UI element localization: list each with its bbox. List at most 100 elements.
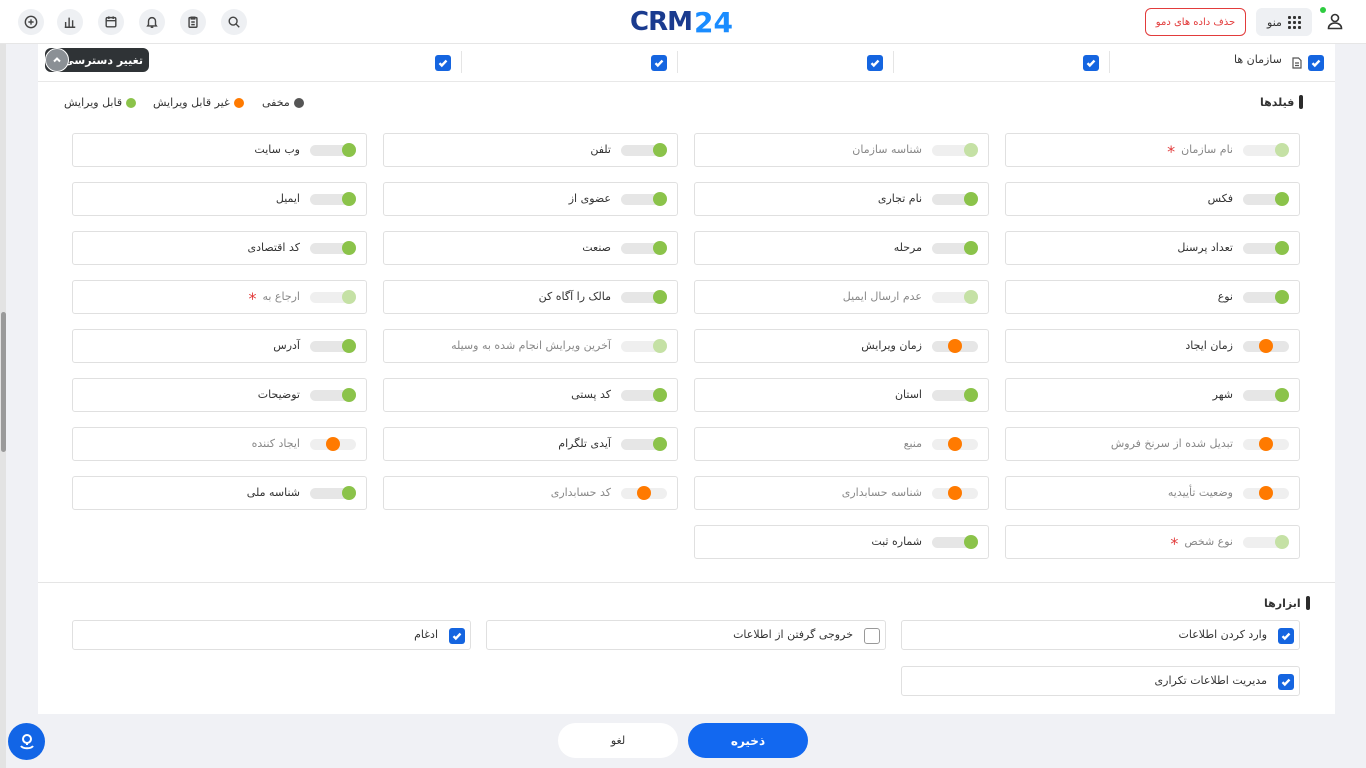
field-access-toggle[interactable]: [932, 339, 978, 353]
toggle-knob: [342, 339, 356, 353]
search-icon[interactable]: [221, 9, 247, 35]
permission-checkbox-3[interactable]: [651, 55, 667, 71]
field-card: وب سایت: [72, 133, 367, 167]
tool-merge[interactable]: ادغام: [72, 620, 471, 650]
cancel-button[interactable]: لغو: [558, 723, 678, 758]
tool-export-label: خروجی گرفتن از اطلاعات: [733, 628, 853, 641]
field-label: زمان ویرایش: [861, 339, 922, 352]
field-access-toggle[interactable]: [1243, 388, 1289, 402]
toggle-knob: [342, 192, 356, 206]
field-card: شناسه ملی: [72, 476, 367, 510]
field-access-toggle[interactable]: [932, 241, 978, 255]
field-access-toggle[interactable]: [310, 339, 356, 353]
toggle-knob: [653, 437, 667, 451]
field-access-toggle[interactable]: [621, 192, 667, 206]
delete-demo-data-button[interactable]: حذف داده های دمو: [1145, 8, 1246, 36]
entity-master-checkbox[interactable]: [1308, 55, 1324, 71]
field-label: زمان ایجاد: [1185, 339, 1233, 352]
field-card: فکس: [1005, 182, 1300, 216]
field-card: ایجاد کننده: [72, 427, 367, 461]
field-label: منبع: [903, 437, 922, 450]
tool-import[interactable]: وارد کردن اطلاعات: [901, 620, 1300, 650]
field-card: ایمیل: [72, 182, 367, 216]
field-access-toggle[interactable]: [1243, 241, 1289, 255]
field-access-toggle[interactable]: [1243, 437, 1289, 451]
toggle-knob: [1259, 437, 1273, 451]
permission-checkbox-4[interactable]: [435, 55, 451, 71]
field-access-toggle[interactable]: [1243, 486, 1289, 500]
field-access-toggle[interactable]: [310, 192, 356, 206]
field-label: نوع شخص: [1184, 535, 1233, 548]
field-label: شناسه ملی: [246, 486, 300, 499]
toggle-knob: [964, 388, 978, 402]
toggle-knob: [653, 192, 667, 206]
crm24-logo[interactable]: CRM 24: [630, 6, 733, 39]
field-card: تبدیل شده از سرنخ فروش: [1005, 427, 1300, 461]
field-label: توضیحات: [257, 388, 300, 401]
tool-import-checkbox[interactable]: [1278, 628, 1294, 644]
tool-merge-checkbox[interactable]: [449, 628, 465, 644]
toggle-knob: [964, 143, 978, 157]
field-access-toggle[interactable]: [621, 388, 667, 402]
field-card: کد حسابداری: [383, 476, 678, 510]
toggle-knob: [1275, 290, 1289, 304]
field-access-toggle[interactable]: [932, 437, 978, 451]
field-label: شماره ثبت: [871, 535, 922, 548]
required-marker: *: [1167, 142, 1176, 161]
field-card: شهر: [1005, 378, 1300, 412]
field-label: کد حسابداری: [550, 486, 611, 499]
field-access-toggle[interactable]: [932, 486, 978, 500]
field-access-toggle: [1243, 143, 1289, 157]
field-access-toggle[interactable]: [621, 437, 667, 451]
chevron-up-icon[interactable]: [45, 48, 69, 72]
top-bar: CRM 24 حذف داده های دمو منو: [0, 0, 1366, 44]
tool-duplicates[interactable]: مدیریت اطلاعات تکراری: [901, 666, 1300, 696]
toggle-knob: [1275, 535, 1289, 549]
support-chat-icon[interactable]: [8, 723, 45, 760]
field-access-toggle[interactable]: [621, 241, 667, 255]
menu-button[interactable]: منو: [1256, 8, 1312, 36]
field-card: آدرس: [72, 329, 367, 363]
field-access-toggle[interactable]: [932, 535, 978, 549]
legend-read-only-label: غیر قابل ویرایش: [153, 96, 230, 109]
clipboard-icon[interactable]: [180, 9, 206, 35]
field-access-toggle[interactable]: [310, 388, 356, 402]
field-card: نوع: [1005, 280, 1300, 314]
field-access-toggle[interactable]: [1243, 339, 1289, 353]
field-access-toggle[interactable]: [621, 290, 667, 304]
legend-hidden: مخفی: [262, 96, 304, 109]
field-access-toggle[interactable]: [310, 241, 356, 255]
field-label: کد اقتصادی: [247, 241, 300, 254]
field-access-toggle[interactable]: [621, 143, 667, 157]
tool-import-label: وارد کردن اطلاعات: [1178, 628, 1268, 641]
change-access-tooltip[interactable]: تغییر دسترسی: [45, 48, 149, 72]
toggle-knob: [948, 486, 962, 500]
toggle-knob: [653, 143, 667, 157]
bell-icon[interactable]: [139, 9, 165, 35]
field-access-toggle[interactable]: [1243, 192, 1289, 206]
scrollbar-thumb[interactable]: [1, 312, 6, 452]
tool-export[interactable]: خروجی گرفتن از اطلاعات: [486, 620, 886, 650]
toggle-knob: [653, 388, 667, 402]
field-label: تعداد پرسنل: [1177, 241, 1233, 254]
field-card: زمان ایجاد: [1005, 329, 1300, 363]
field-card: شناسه سازمان: [694, 133, 989, 167]
field-access-toggle[interactable]: [932, 192, 978, 206]
permission-checkbox-1[interactable]: [1083, 55, 1099, 71]
field-access-toggle[interactable]: [310, 486, 356, 500]
field-label: آیدی تلگرام: [558, 437, 611, 450]
tool-duplicates-checkbox[interactable]: [1278, 674, 1294, 690]
add-circle-icon[interactable]: [18, 9, 44, 35]
calendar-icon[interactable]: [98, 9, 124, 35]
field-access-toggle[interactable]: [310, 143, 356, 157]
field-access-toggle[interactable]: [1243, 290, 1289, 304]
field-access-toggle[interactable]: [621, 486, 667, 500]
field-access-toggle[interactable]: [932, 388, 978, 402]
field-access-toggle[interactable]: [310, 437, 356, 451]
bar-chart-icon[interactable]: [57, 9, 83, 35]
permission-checkbox-2[interactable]: [867, 55, 883, 71]
field-card: منبع: [694, 427, 989, 461]
save-button[interactable]: ذخیره: [688, 723, 808, 758]
field-label: نوع: [1217, 290, 1233, 303]
tool-export-checkbox[interactable]: [864, 628, 880, 644]
